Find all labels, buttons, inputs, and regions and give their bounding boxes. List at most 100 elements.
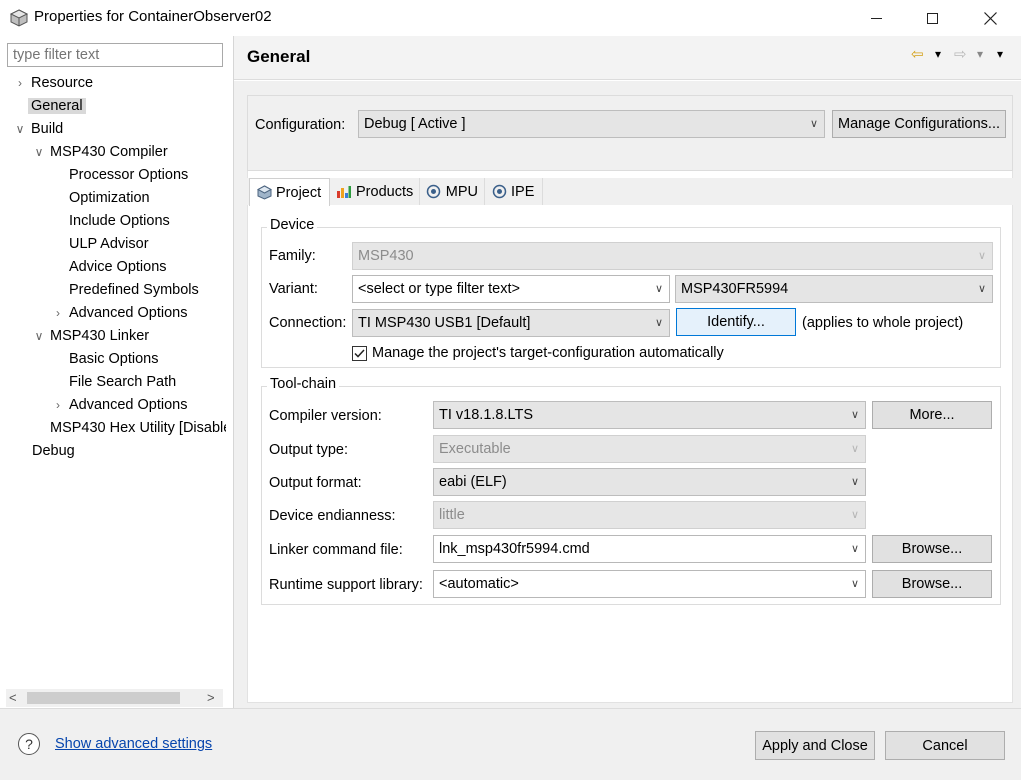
back-dropdown-icon[interactable]: ▾: [935, 47, 941, 61]
tree-item-compiler-advanced-options[interactable]: › Advanced Options: [52, 302, 188, 324]
tree-item-build[interactable]: ∨ Build: [14, 118, 64, 140]
compiler-version-label: Compiler version:: [269, 408, 382, 424]
device-endianness-value: little: [439, 507, 465, 523]
family-label: Family:: [269, 248, 316, 264]
products-icon: [336, 184, 352, 200]
tree-item-include-options[interactable]: Include Options: [69, 210, 170, 232]
chevron-down-icon: ∨: [850, 543, 859, 555]
tree-item-msp430-linker[interactable]: ∨ MSP430 Linker: [33, 325, 150, 347]
tree-item-basic-options[interactable]: Basic Options: [69, 348, 158, 370]
chevron-down-icon: ∨: [850, 443, 859, 455]
device-endianness-select[interactable]: little ∨: [433, 501, 866, 529]
window-title: Properties for ContainerObserver02: [34, 8, 272, 25]
output-format-select[interactable]: eabi (ELF) ∨: [433, 468, 866, 496]
compiler-version-select[interactable]: TI v18.1.8.LTS ∨: [433, 401, 866, 429]
cube-icon: [9, 8, 29, 28]
tab-project[interactable]: Project: [249, 178, 330, 206]
device-group-legend: Device: [267, 217, 318, 233]
chevron-down-icon[interactable]: ∨: [33, 325, 45, 347]
more-button[interactable]: More...: [872, 401, 992, 429]
scrollbar-thumb[interactable]: [27, 692, 180, 704]
tab-label: MPU: [445, 183, 478, 200]
runtime-library-value: <automatic>: [439, 576, 519, 592]
chevron-down-icon: ∨: [654, 317, 663, 329]
back-arrow-icon[interactable]: ⇦: [911, 45, 924, 63]
sidebar-tree: › Resource General ∨ Build ∨ MSP430 Comp…: [0, 72, 226, 682]
forward-arrow-icon[interactable]: ⇨: [954, 45, 967, 63]
variant-value: MSP430FR5994: [681, 281, 789, 297]
tab-label: Project: [276, 184, 322, 201]
page-title: General: [247, 47, 311, 66]
runtime-library-label: Runtime support library:: [269, 577, 423, 593]
apply-and-close-button[interactable]: Apply and Close: [755, 731, 875, 760]
identify-button[interactable]: Identify...: [676, 308, 796, 336]
tab-label: Products: [356, 183, 414, 200]
manage-target-config-row[interactable]: Manage the project's target-configuratio…: [352, 345, 724, 361]
configuration-select[interactable]: Debug [ Active ] ∨: [358, 110, 825, 138]
manage-target-config-label: Manage the project's target-configuratio…: [372, 345, 724, 361]
tree-item-processor-options[interactable]: Processor Options: [69, 164, 188, 186]
browse-linker-button[interactable]: Browse...: [872, 535, 992, 563]
chevron-right-icon[interactable]: ›: [14, 72, 26, 94]
chevron-down-icon[interactable]: ∨: [14, 118, 26, 140]
toolchain-group-legend: Tool-chain: [267, 376, 340, 392]
tree-item-optimization[interactable]: Optimization: [69, 187, 150, 209]
tree-item-msp430-hex-utility[interactable]: MSP430 Hex Utility [Disabled]: [50, 417, 226, 439]
checkmark-icon: [354, 348, 365, 358]
mpu-icon: [426, 184, 442, 200]
chevron-right-icon[interactable]: ›: [52, 302, 64, 324]
tab-ipe[interactable]: IPE: [485, 178, 543, 205]
chevron-down-icon: ∨: [850, 509, 859, 521]
cancel-button[interactable]: Cancel: [885, 731, 1005, 760]
output-type-select[interactable]: Executable ∨: [433, 435, 866, 463]
variant-filter-select[interactable]: <select or type filter text> ∨: [352, 275, 670, 303]
output-type-value: Executable: [439, 441, 511, 457]
linker-command-file-label: Linker command file:: [269, 542, 403, 558]
connection-value: TI MSP430 USB1 [Default]: [358, 315, 531, 331]
family-value: MSP430: [358, 248, 414, 264]
runtime-library-select[interactable]: <automatic> ∨: [433, 570, 866, 598]
scroll-right-arrow[interactable]: >: [207, 689, 215, 707]
tree-item-label: Advanced Options: [69, 305, 188, 321]
tree-item-label: MSP430 Linker: [50, 328, 150, 344]
connection-select[interactable]: TI MSP430 USB1 [Default] ∨: [352, 309, 670, 337]
output-format-label: Output format:: [269, 475, 362, 491]
ipe-icon: [491, 184, 507, 200]
tree-item-linker-advanced-options[interactable]: › Advanced Options: [52, 394, 188, 416]
tab-mpu[interactable]: MPU: [420, 178, 485, 205]
tree-item-ulp-advisor[interactable]: ULP Advisor: [69, 233, 149, 255]
filter-input[interactable]: [7, 43, 223, 67]
chevron-down-icon: ∨: [977, 283, 986, 295]
manage-configurations-button[interactable]: Manage Configurations...: [832, 110, 1006, 138]
manage-target-config-checkbox[interactable]: [352, 345, 367, 361]
output-format-value: eabi (ELF): [439, 474, 507, 490]
linker-command-file-select[interactable]: lnk_msp430fr5994.cmd ∨: [433, 535, 866, 563]
tree-item-label: General: [28, 98, 86, 114]
minimize-button[interactable]: [847, 0, 905, 36]
tree-item-file-search-path[interactable]: File Search Path: [69, 371, 176, 393]
tab-products[interactable]: Products: [330, 178, 420, 205]
help-icon[interactable]: ?: [18, 733, 40, 755]
device-endianness-label: Device endianness:: [269, 508, 396, 524]
chevron-down-icon: ∨: [850, 476, 859, 488]
scroll-left-arrow[interactable]: <: [9, 689, 17, 707]
view-menu-icon[interactable]: ▾: [997, 47, 1003, 61]
tree-item-predefined-symbols[interactable]: Predefined Symbols: [69, 279, 199, 301]
family-select[interactable]: MSP430 ∨: [352, 242, 993, 270]
variant-select[interactable]: MSP430FR5994 ∨: [675, 275, 993, 303]
tree-item-resource[interactable]: › Resource: [14, 72, 93, 94]
forward-dropdown-icon[interactable]: ▾: [977, 47, 983, 61]
chevron-right-icon[interactable]: ›: [52, 394, 64, 416]
tree-item-msp430-compiler[interactable]: ∨ MSP430 Compiler: [33, 141, 168, 163]
tree-item-debug[interactable]: Debug: [32, 440, 75, 462]
tree-item-advice-options[interactable]: Advice Options: [69, 256, 167, 278]
tree-item-general[interactable]: General: [28, 95, 86, 117]
close-button[interactable]: [961, 0, 1019, 36]
variant-label: Variant:: [269, 281, 318, 297]
maximize-button[interactable]: [903, 0, 961, 36]
chevron-down-icon[interactable]: ∨: [33, 141, 45, 163]
browse-runtime-button[interactable]: Browse...: [872, 570, 992, 598]
compiler-version-value: TI v18.1.8.LTS: [439, 407, 534, 423]
show-advanced-settings-link[interactable]: Show advanced settings: [55, 736, 212, 752]
variant-filter-value: <select or type filter text>: [358, 281, 520, 297]
